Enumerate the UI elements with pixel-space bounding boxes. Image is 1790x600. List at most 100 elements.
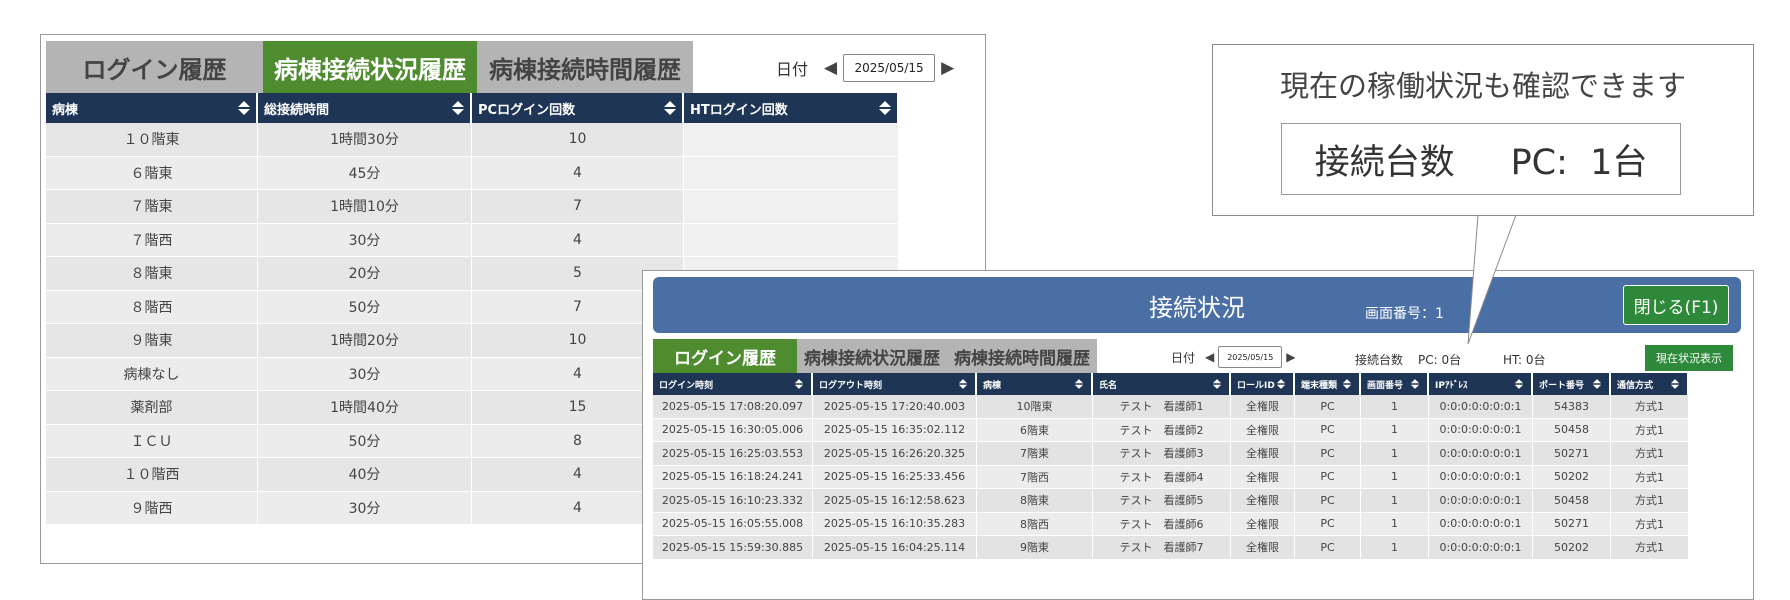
column-header[interactable]: ロールID bbox=[1231, 373, 1295, 395]
prev-date-arrow-icon[interactable]: ◀ bbox=[1205, 350, 1214, 364]
column-header[interactable]: 総接続時間 bbox=[258, 93, 472, 123]
column-header[interactable]: 通信方式 bbox=[1611, 373, 1689, 395]
table-cell: 1 bbox=[1361, 442, 1429, 466]
column-header[interactable]: ポート番号 bbox=[1533, 373, 1611, 395]
table-cell: ７階西 bbox=[46, 223, 258, 257]
column-header[interactable]: 画面番号 bbox=[1361, 373, 1429, 395]
table-cell: 54383 bbox=[1533, 395, 1611, 419]
table-cell: 50分 bbox=[258, 424, 472, 458]
table-cell: 8階西 bbox=[977, 512, 1093, 536]
column-header[interactable]: ログアウト時刻 bbox=[813, 373, 977, 395]
column-header-label: 病棟 bbox=[52, 102, 79, 118]
table-cell: 2025-05-15 16:04:25.114 bbox=[813, 536, 977, 560]
table-cell: テスト 看護師6 bbox=[1093, 512, 1231, 536]
table-row[interactable]: １０階東 1時間30分 10 bbox=[46, 123, 899, 157]
table-cell: 50202 bbox=[1533, 465, 1611, 489]
sort-icon[interactable] bbox=[1670, 379, 1680, 389]
table-cell: 全権限 bbox=[1231, 418, 1295, 442]
table-cell: 全権限 bbox=[1231, 512, 1295, 536]
table-cell: 0:0:0:0:0:0:0:1 bbox=[1429, 442, 1533, 466]
column-header[interactable]: IPｱﾄﾞﾚｽ bbox=[1429, 373, 1533, 395]
table-cell: PC bbox=[1295, 536, 1361, 560]
column-header[interactable]: PCログイン回数 bbox=[472, 93, 684, 123]
tab-ward-connection-status-history[interactable]: 病棟接続状況履歴 bbox=[263, 41, 477, 93]
table-cell: ８階東 bbox=[46, 257, 258, 291]
table-row[interactable]: 2025-05-15 16:25:03.553 2025-05-15 16:26:… bbox=[653, 442, 1689, 466]
table-cell: 40分 bbox=[258, 458, 472, 492]
column-header-label: 端末種類 bbox=[1301, 380, 1338, 391]
table-cell: テスト 看護師5 bbox=[1093, 489, 1231, 513]
table-row[interactable]: 2025-05-15 16:10:23.332 2025-05-15 16:12:… bbox=[653, 489, 1689, 513]
sort-icon[interactable] bbox=[879, 101, 891, 115]
table-cell: 10階東 bbox=[977, 395, 1093, 419]
column-header[interactable]: 氏名 bbox=[1093, 373, 1231, 395]
table-cell: 1 bbox=[1361, 489, 1429, 513]
table-row[interactable]: ７階西 30分 4 bbox=[46, 223, 899, 257]
table-cell: PC bbox=[1295, 465, 1361, 489]
table-cell: ６階東 bbox=[46, 156, 258, 190]
table-cell: 方式1 bbox=[1611, 418, 1689, 442]
table-cell bbox=[684, 156, 899, 190]
table-cell: 病棟なし bbox=[46, 357, 258, 391]
tab-login-history[interactable]: ログイン履歴 bbox=[653, 339, 797, 373]
table-row[interactable]: ６階東 45分 4 bbox=[46, 156, 899, 190]
sort-icon[interactable] bbox=[1342, 379, 1352, 389]
column-header[interactable]: 病棟 bbox=[46, 93, 258, 123]
sort-icon[interactable] bbox=[452, 101, 464, 115]
table-row[interactable]: 2025-05-15 17:08:20.097 2025-05-15 17:20:… bbox=[653, 395, 1689, 419]
column-header-label: ポート番号 bbox=[1539, 380, 1585, 391]
sort-icon[interactable] bbox=[1276, 379, 1286, 389]
callout-box: 現在の稼働状況も確認できます 接続台数 PC: 1台 bbox=[1212, 44, 1754, 216]
table-cell: テスト 看護師2 bbox=[1093, 418, 1231, 442]
sort-icon[interactable] bbox=[1074, 379, 1084, 389]
table-cell: 2025-05-15 17:20:40.003 bbox=[813, 395, 977, 419]
table-cell: 全権限 bbox=[1231, 536, 1295, 560]
table-cell: 方式1 bbox=[1611, 512, 1689, 536]
sort-icon[interactable] bbox=[664, 101, 676, 115]
prev-date-arrow-icon[interactable]: ◀ bbox=[824, 58, 837, 78]
close-button[interactable]: 閉じる(F1) bbox=[1623, 285, 1729, 325]
table-cell: 8階東 bbox=[977, 489, 1093, 513]
table-cell: １０階西 bbox=[46, 458, 258, 492]
table-cell: 1 bbox=[1361, 395, 1429, 419]
date-label: 日付 bbox=[1171, 350, 1196, 365]
column-header[interactable]: HTログイン回数 bbox=[684, 93, 899, 123]
tab-ward-connection-time-history[interactable]: 病棟接続時間履歴 bbox=[477, 41, 693, 93]
connected-count-label: 接続台数 bbox=[1355, 353, 1404, 367]
table-cell: 20分 bbox=[258, 257, 472, 291]
table-row[interactable]: 2025-05-15 16:18:24.241 2025-05-15 16:25:… bbox=[653, 465, 1689, 489]
table-row[interactable]: ７階東 1時間10分 7 bbox=[46, 190, 899, 224]
table-cell: 2025-05-15 16:05:55.008 bbox=[653, 512, 813, 536]
table-cell: 1時間10分 bbox=[258, 190, 472, 224]
tab-ward-connection-time-history[interactable]: 病棟接続時間履歴 bbox=[947, 339, 1097, 373]
date-input[interactable]: 2025/05/15 bbox=[843, 54, 936, 82]
sort-icon[interactable] bbox=[1514, 379, 1524, 389]
table-cell: 10 bbox=[472, 123, 684, 157]
current-status-button[interactable]: 現在状況表示 bbox=[1645, 345, 1733, 371]
date-input[interactable]: 2025/05/15 bbox=[1218, 346, 1283, 368]
table-cell: 2025-05-15 16:10:35.283 bbox=[813, 512, 977, 536]
tab-login-history[interactable]: ログイン履歴 bbox=[46, 41, 263, 93]
table-row[interactable]: 2025-05-15 16:05:55.008 2025-05-15 16:10:… bbox=[653, 512, 1689, 536]
table-cell: PC bbox=[1295, 442, 1361, 466]
table-row[interactable]: 2025-05-15 15:59:30.885 2025-05-15 16:04:… bbox=[653, 536, 1689, 560]
date-label: 日付 bbox=[776, 60, 809, 79]
sort-icon[interactable] bbox=[794, 379, 804, 389]
sort-icon[interactable] bbox=[1212, 379, 1222, 389]
next-date-arrow-icon[interactable]: ▶ bbox=[941, 58, 954, 78]
sort-icon[interactable] bbox=[1410, 379, 1420, 389]
column-header[interactable]: ログイン時刻 bbox=[653, 373, 813, 395]
sort-icon[interactable] bbox=[238, 101, 250, 115]
column-header[interactable]: 端末種類 bbox=[1295, 373, 1361, 395]
date-navigator: 日付 ◀ 2025/05/15 ▶ bbox=[776, 48, 954, 88]
callout-value: PC: 1台 bbox=[1510, 142, 1648, 183]
table-cell: 0:0:0:0:0:0:0:1 bbox=[1429, 512, 1533, 536]
sort-icon[interactable] bbox=[1592, 379, 1602, 389]
next-date-arrow-icon[interactable]: ▶ bbox=[1286, 350, 1295, 364]
table-cell: 全権限 bbox=[1231, 465, 1295, 489]
tab-ward-connection-status-history[interactable]: 病棟接続状況履歴 bbox=[797, 339, 947, 373]
table-cell: テスト 看護師3 bbox=[1093, 442, 1231, 466]
sort-icon[interactable] bbox=[958, 379, 968, 389]
column-header[interactable]: 病棟 bbox=[977, 373, 1093, 395]
table-row[interactable]: 2025-05-15 16:30:05.006 2025-05-15 16:35:… bbox=[653, 418, 1689, 442]
